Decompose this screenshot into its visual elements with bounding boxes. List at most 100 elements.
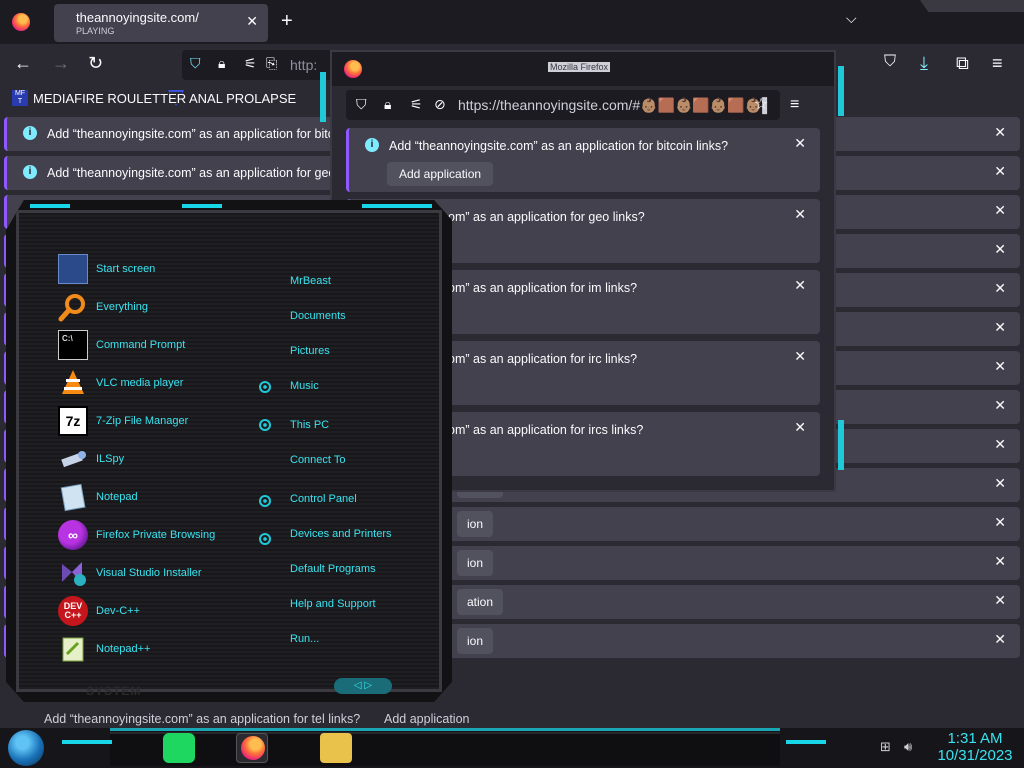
notepad-icon [58, 482, 88, 512]
volume-icon[interactable]: 🔊︎ [904, 739, 912, 755]
downloads-icon[interactable]: ⤓ [920, 54, 928, 72]
lock-icon[interactable]: 🔒︎ [218, 55, 225, 72]
close-icon[interactable]: ✕ [994, 553, 1006, 570]
tab-list-chevron-icon[interactable]: ⌵ [846, 10, 857, 27]
clock[interactable]: 1:31 AM 10/31/2023 [930, 730, 1020, 764]
add-application-button[interactable]: ion [457, 511, 494, 537]
start-item-command-prompt[interactable]: C:\ Command Prompt [58, 328, 185, 362]
autoplay-blocked-icon[interactable]: ⊘ [434, 96, 446, 113]
forward-arrow-icon[interactable]: → [52, 54, 70, 72]
reload-icon[interactable]: ↻ [88, 54, 103, 72]
app-menu-icon[interactable]: ≡ [992, 54, 1003, 72]
submenu-arrow-icon [259, 419, 271, 431]
close-icon[interactable]: ✕ [994, 475, 1006, 492]
start-right-control-panel[interactable]: Control Panel [290, 493, 357, 505]
close-icon[interactable]: ✕ [994, 241, 1006, 258]
close-icon[interactable]: ✕ [994, 280, 1006, 297]
pocket-icon[interactable]: ⛉ [884, 54, 896, 70]
start-right-connect-to[interactable]: Connect To [290, 454, 345, 466]
start-item-label: Command Prompt [96, 339, 186, 351]
start-right-this-pc[interactable]: This PC [290, 419, 329, 431]
start-item-firefox-private[interactable]: ∞ Firefox Private Browsing [58, 518, 215, 552]
close-icon[interactable]: ✕ [994, 163, 1006, 180]
close-icon[interactable]: ✕ [994, 358, 1006, 375]
lock-icon[interactable]: 🔒︎ [384, 96, 391, 113]
close-icon[interactable]: ✕ [994, 631, 1006, 648]
page-icon[interactable]: ⎘ [266, 55, 277, 72]
start-right-music[interactable]: Music [290, 380, 319, 392]
tab-theannoyingsite[interactable]: theannoyingsite.com/ PLAYING ✕ [54, 4, 268, 42]
file-explorer-icon[interactable] [320, 733, 352, 763]
add-application-button[interactable]: ation [457, 589, 504, 615]
start-right-default-programs[interactable]: Default Programs [290, 563, 376, 575]
add-application-button[interactable]: Add application [387, 162, 494, 186]
mediafire-icon: MF T [12, 90, 28, 106]
start-right-devices-printers[interactable]: Devices and Printers [290, 528, 392, 540]
bookmark-star-icon[interactable]: ☆ [754, 94, 768, 114]
info-icon: i [365, 138, 379, 152]
new-tab-button[interactable]: + [281, 10, 293, 33]
start-item-label: VLC media player [96, 377, 184, 389]
submenu-arrow-icon [259, 495, 271, 507]
close-icon[interactable]: ✕ [994, 514, 1006, 531]
close-icon[interactable]: ✕ [994, 202, 1006, 219]
add-application-button[interactable]: Add application [384, 712, 469, 726]
start-item-devcpp[interactable]: DEV C++ Dev-C++ [58, 594, 140, 628]
start-item-start-screen[interactable]: Start screen [58, 252, 155, 286]
page-arrows-button[interactable]: ◁ ▷ [334, 678, 392, 694]
bookmark-label: MEDIAFIRE ROULETTER [33, 90, 187, 106]
notification-tel: Add “theannoyingsite.com” as an applicat… [4, 708, 1020, 730]
permissions-icon[interactable]: ⚟ [410, 96, 423, 113]
bookmark-mediafire[interactable]: MF T MEDIAFIRE ROULETTER [12, 90, 186, 106]
firefox-taskbar-button[interactable] [236, 733, 268, 763]
start-item-notepadpp[interactable]: Notepad++ [58, 632, 150, 666]
close-icon[interactable]: ✕ [794, 277, 806, 294]
network-icon[interactable]: ⊞ [880, 739, 891, 755]
start-item-label: 7-Zip File Manager [96, 415, 189, 427]
spotify-icon[interactable] [163, 733, 195, 763]
firefox-private-icon: ∞ [58, 520, 88, 550]
permissions-icon[interactable]: ⚟ [244, 55, 257, 72]
submenu-arrow-icon [259, 381, 271, 393]
popup-url-bar[interactable]: ⛉ 🔒︎ ⚟ ⊘ https://theannoyingsite.com/#👶🏽… [346, 90, 780, 120]
bookmark-second[interactable]: ANAL PROLAPSE [168, 90, 296, 106]
close-icon[interactable]: ✕ [994, 397, 1006, 414]
firefox-icon [241, 736, 265, 760]
close-icon[interactable]: ✕ [794, 419, 806, 436]
start-item-label: Everything [96, 301, 148, 313]
tab-close-icon[interactable]: ✕ [246, 13, 258, 30]
start-item-visual-studio-installer[interactable]: Visual Studio Installer [58, 556, 202, 590]
start-right-mrbeast[interactable]: MrBeast [290, 275, 331, 287]
close-icon[interactable]: ✕ [794, 206, 806, 223]
close-icon[interactable]: ✕ [994, 436, 1006, 453]
popup-menu-icon[interactable]: ≡ [790, 96, 799, 114]
extensions-icon[interactable]: ⧉ [956, 54, 969, 72]
firefox-icon[interactable] [12, 13, 30, 31]
start-right-documents[interactable]: Documents [290, 310, 346, 322]
clock-date: 10/31/2023 [937, 747, 1013, 764]
close-icon[interactable]: ✕ [794, 348, 806, 365]
shield-icon[interactable]: ⛉ [190, 55, 201, 72]
shield-icon[interactable]: ⛉ [356, 96, 367, 113]
start-right-pictures[interactable]: Pictures [290, 345, 330, 357]
start-item-7zip[interactable]: 7z 7-Zip File Manager [58, 404, 188, 438]
start-item-everything[interactable]: Everything [58, 290, 148, 324]
start-right-help-support[interactable]: Help and Support [290, 598, 376, 610]
start-item-label: Dev-C++ [96, 605, 141, 617]
taskbar-track [110, 732, 780, 766]
add-application-button[interactable]: ion [457, 628, 494, 654]
close-icon[interactable]: ✕ [994, 124, 1006, 141]
close-icon[interactable]: ✕ [994, 319, 1006, 336]
start-item-ilspy[interactable]: ILSpy [58, 442, 124, 476]
add-application-button[interactable]: ion [457, 550, 494, 576]
url-bar[interactable]: ⛉ 🔒︎ ⚟ ⎘ http: [182, 50, 332, 80]
start-orb-icon[interactable] [8, 730, 44, 766]
start-right-run[interactable]: Run... [290, 633, 319, 645]
close-icon[interactable]: ✕ [794, 135, 806, 152]
start-item-vlc[interactable]: VLC media player [58, 366, 183, 400]
url-text: http: [290, 57, 318, 73]
start-item-notepad[interactable]: Notepad [58, 480, 138, 514]
close-icon[interactable]: ✕ [994, 592, 1006, 609]
popup-titlebar[interactable]: Mozilla Firefox [332, 52, 834, 86]
back-arrow-icon[interactable]: ← [14, 54, 32, 72]
